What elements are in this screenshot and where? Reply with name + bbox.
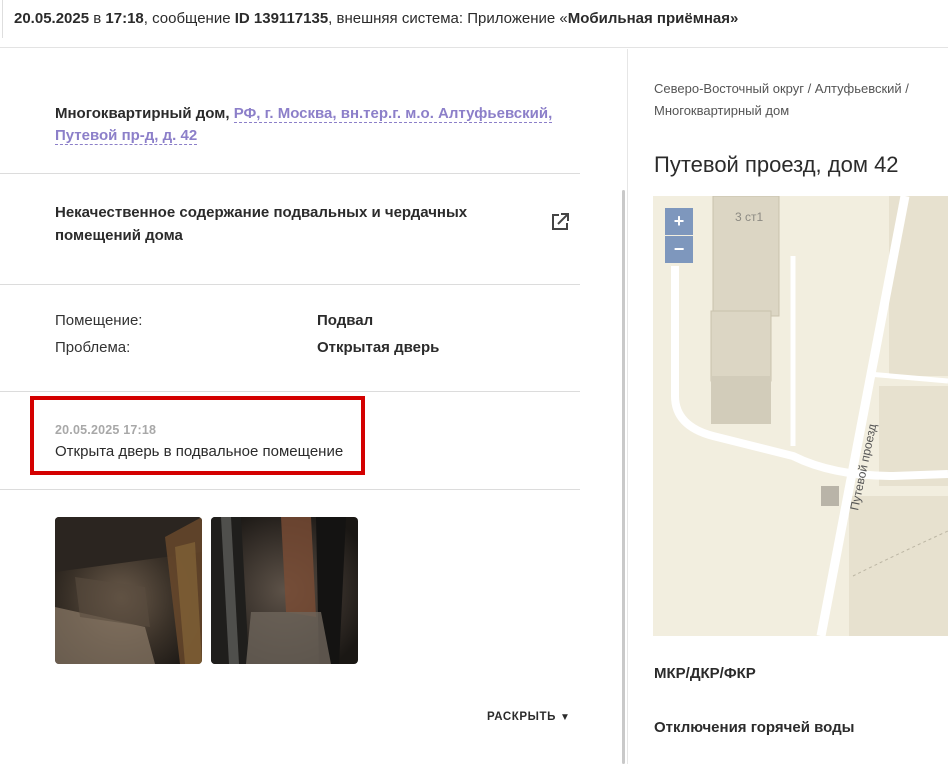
scrollbar[interactable] (622, 190, 625, 764)
system-suffix: » (729, 10, 739, 27)
zoom-in-button[interactable]: + (665, 208, 693, 235)
map[interactable]: 3 ст1 Путевой проезд + − (653, 196, 948, 636)
panel-divider (627, 49, 628, 764)
divider (0, 173, 580, 174)
comment-date: 20.05.2025 17:18 (55, 423, 157, 437)
expand-button[interactable]: РАСКРЫТЬ ▼ (487, 711, 571, 723)
system-prefix: , внешняя система: Приложение « (328, 10, 568, 27)
header-edge (2, 0, 3, 38)
section-mkr[interactable]: МКР/ДКР/ФКР (654, 665, 756, 682)
open-external-icon[interactable] (548, 210, 572, 234)
map-building-label: 3 ст1 (735, 210, 764, 224)
address-link-line2[interactable]: Путевой пр-д, д. 42 (55, 127, 198, 145)
object-address: Многоквартирный дом, РФ, г. Москва, вн.т… (55, 103, 555, 147)
msg-prefix: , сообщение (143, 10, 235, 27)
chevron-down-icon: ▼ (560, 712, 571, 723)
photo-thumbnail[interactable] (55, 517, 202, 664)
detail-label: Помещение: (55, 312, 143, 329)
breadcrumb: Северо-Восточный округ / Алтуфьевский / … (654, 81, 909, 118)
divider (0, 489, 580, 490)
page-title: Путевой проезд, дом 42 (654, 152, 899, 177)
detail-label: Проблема: (55, 339, 131, 356)
section-hot-water[interactable]: Отключения горячей воды (654, 719, 854, 736)
message-id: ID 139117135 (234, 10, 329, 27)
message-date: 20.05.2025 (14, 10, 90, 27)
message-meta: 20.05.2025 в 17:18, сообщение ID 1391171… (14, 10, 738, 27)
photo-thumbnail[interactable] (211, 517, 358, 664)
at-text: в (89, 10, 106, 27)
divider (0, 391, 580, 392)
message-time: 17:18 (105, 10, 144, 27)
divider (0, 284, 580, 285)
detail-value: Подвал (317, 312, 374, 329)
address-link[interactable]: РФ, г. Москва, вн.тер.г. м.о. Алтуфьевск… (233, 105, 553, 123)
detail-value: Открытая дверь (317, 339, 440, 356)
zoom-out-button[interactable]: − (665, 236, 693, 263)
object-kind: Многоквартирный дом, (55, 105, 230, 122)
issue-title: Некачественное содержание подвальных и ч… (55, 204, 468, 244)
message-header: 20.05.2025 в 17:18, сообщение ID 1391171… (0, 0, 948, 48)
comment-text: Открыта дверь в подвальное помещение (55, 443, 344, 460)
map-canvas[interactable]: 3 ст1 Путевой проезд (653, 196, 948, 636)
system-name: Мобильная приёмная (567, 10, 730, 27)
expand-label: РАСКРЫТЬ (487, 711, 557, 723)
